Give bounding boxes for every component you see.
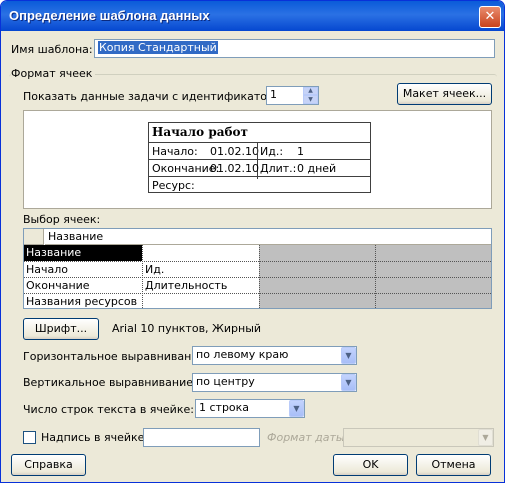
- vertical-align-value: по центру: [196, 375, 255, 388]
- grid-cell[interactable]: [143, 245, 259, 261]
- text-lines-value: 1 строка: [199, 401, 250, 414]
- grid-corner: [24, 229, 44, 245]
- cell-selection-label: Выбор ячеек:: [23, 213, 101, 226]
- cancel-button[interactable]: Отмена: [416, 454, 491, 476]
- vertical-align-select[interactable]: по центру: [192, 373, 357, 392]
- grid-header-cell[interactable]: Название: [45, 229, 491, 245]
- cell-caption-input[interactable]: [143, 428, 260, 447]
- cell-layout-button[interactable]: Макет ячеек...: [397, 83, 492, 105]
- horizontal-align-value: по левому краю: [196, 348, 289, 361]
- preview-id-value: 1: [297, 145, 304, 158]
- cell-grid[interactable]: Название Название Начало Ид. Окончание Д…: [23, 228, 492, 309]
- task-id-value: 1: [270, 88, 277, 101]
- grid-cell-selected[interactable]: Название: [24, 245, 142, 261]
- spin-down-button[interactable]: ▼: [303, 95, 318, 104]
- font-description: Arial 10 пунктов, Жирный: [112, 322, 262, 335]
- show-task-label: Показать данные задачи с идентификатором…: [23, 90, 293, 103]
- close-icon: ✕: [484, 9, 496, 24]
- preview-duration-value: 0 дней: [297, 162, 337, 175]
- preview-start-value: 01.02.10: [210, 145, 259, 158]
- horizontal-align-dropdown-icon[interactable]: ▼: [341, 347, 356, 364]
- dialog-window: Определение шаблона данных ✕ Имя шаблона…: [0, 0, 505, 483]
- template-name-input[interactable]: Копия Стандартный: [94, 39, 495, 58]
- preview-row-resource: Ресурс:: [149, 176, 370, 193]
- grid-cell[interactable]: [143, 294, 259, 308]
- template-name-value: Копия Стандартный: [98, 41, 218, 54]
- grid-cell[interactable]: Окончание: [24, 278, 142, 293]
- horizontal-align-label: Горизонтальное выравнивание:: [23, 350, 209, 363]
- preview-row-finish: Окончание: 01.02.10 Длит.: 0 дней: [149, 159, 370, 177]
- preview-finish-value: 01.02.10: [210, 162, 259, 175]
- preview-start-label: Начало:: [152, 145, 198, 158]
- vertical-align-dropdown-icon[interactable]: ▼: [341, 374, 356, 391]
- cell-caption-label: Надпись в ячейке:: [41, 431, 149, 444]
- preview-resource-label: Ресурс:: [152, 179, 195, 192]
- date-format-dropdown-icon[interactable]: ▼: [478, 429, 493, 446]
- dialog-title: Определение шаблона данных: [9, 8, 210, 23]
- cell-format-label: Формат ячеек: [11, 67, 96, 80]
- help-button[interactable]: Справка: [11, 454, 86, 476]
- spin-up-button[interactable]: ▲: [303, 87, 318, 95]
- grid-cell[interactable]: Начало: [24, 262, 142, 277]
- font-button[interactable]: Шрифт...: [23, 318, 99, 340]
- text-lines-label: Число строк текста в ячейке:: [23, 403, 194, 416]
- text-lines-dropdown-icon[interactable]: ▼: [289, 400, 304, 417]
- preview-title: Начало работ: [152, 125, 248, 139]
- close-button[interactable]: ✕: [479, 6, 501, 28]
- title-bar[interactable]: Определение шаблона данных ✕: [1, 1, 504, 31]
- template-name-label: Имя шаблона:: [11, 43, 93, 56]
- preview-card: Начало работ Начало: 01.02.10 Ид.: 1 Око…: [148, 122, 371, 193]
- preview-area: Начало работ Начало: 01.02.10 Ид.: 1 Око…: [23, 110, 492, 209]
- vertical-align-label: Вертикальное выравнивание:: [23, 376, 197, 389]
- preview-id-label: Ид.:: [260, 145, 284, 158]
- date-format-label: Формат даты:: [267, 431, 349, 444]
- cell-caption-checkbox[interactable]: [23, 431, 36, 444]
- grid-cell[interactable]: Названия ресурсов: [24, 294, 142, 308]
- date-format-select[interactable]: [343, 428, 494, 447]
- preview-row-start: Начало: 01.02.10 Ид.: 1: [149, 142, 370, 179]
- grid-cell[interactable]: Длительность: [143, 278, 259, 293]
- horizontal-align-select[interactable]: по левому краю: [192, 346, 357, 365]
- preview-duration-label: Длит.:: [260, 162, 297, 175]
- ok-button[interactable]: OK: [333, 454, 408, 476]
- grid-cell[interactable]: Ид.: [143, 262, 259, 277]
